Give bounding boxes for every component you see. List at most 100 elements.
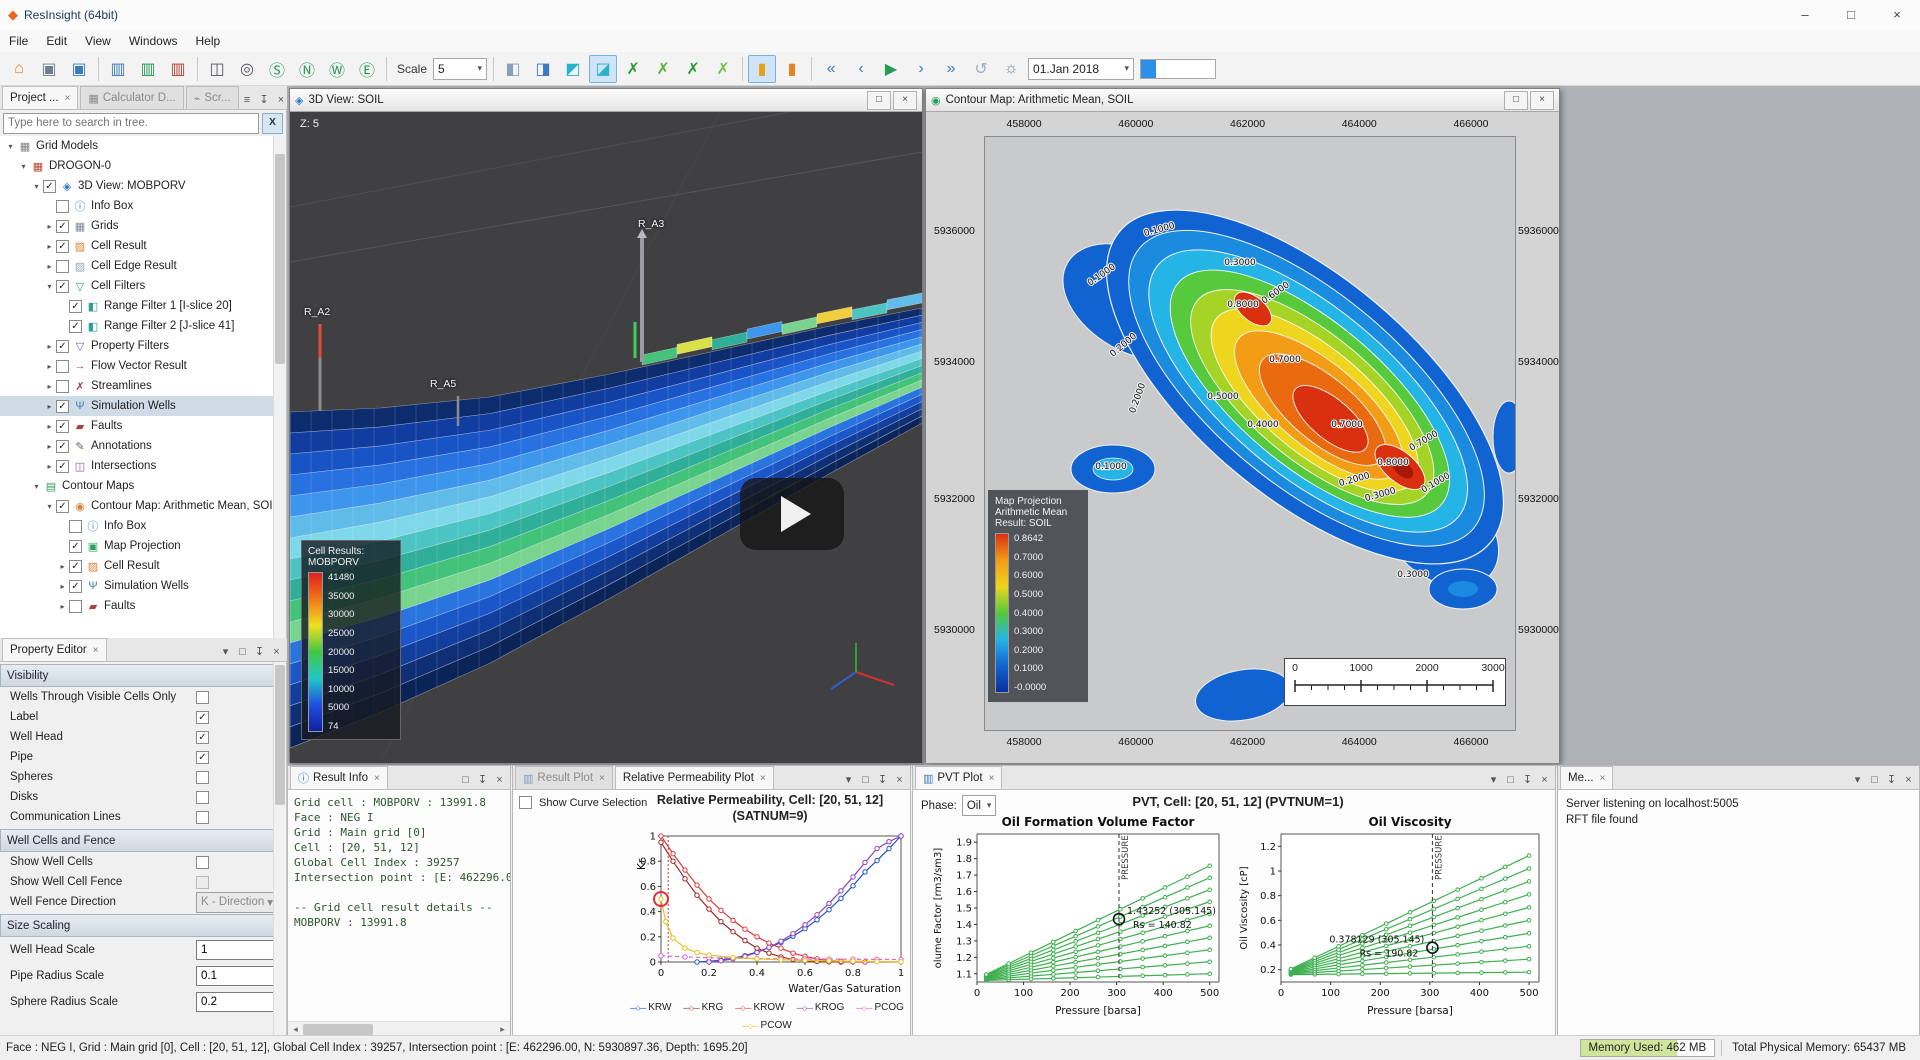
expander-icon[interactable]: ▾ <box>43 282 56 291</box>
tab-close-icon[interactable]: × <box>1600 773 1606 784</box>
tree-item-contour-maps[interactable]: ▾▤Contour Maps <box>0 476 286 496</box>
pin-icon[interactable]: ↧ <box>474 772 491 789</box>
draw-style-edges-button[interactable]: ◨ <box>529 55 557 83</box>
scrollbar-thumb[interactable] <box>275 665 285 805</box>
close-button[interactable]: × <box>1874 0 1920 30</box>
float-icon[interactable]: □ <box>1866 772 1883 789</box>
close-icon[interactable]: × <box>491 772 508 789</box>
expander-icon[interactable]: ▸ <box>56 562 69 571</box>
section-header-visibility[interactable]: Visibility▴ <box>0 664 286 687</box>
expander-icon[interactable]: ▾ <box>4 142 17 151</box>
expander-icon[interactable]: ▸ <box>43 362 56 371</box>
video-play-overlay[interactable] <box>740 478 844 550</box>
histogram-button[interactable]: ▮ <box>748 55 776 83</box>
tree-item-range-filter-2-j-slice-41[interactable]: ✓◧Range Filter 2 [J-slice 41] <box>0 316 286 336</box>
legend-item-krg[interactable]: ─○─KRG <box>683 1002 723 1013</box>
tab-messages[interactable]: Me... × <box>1560 766 1613 789</box>
tree-checkbox[interactable]: ✓ <box>43 180 56 193</box>
tree-checkbox[interactable] <box>56 360 69 373</box>
tree-item-cell-result[interactable]: ▸✓▨Cell Result <box>0 236 286 256</box>
tree-item-info-box[interactable]: ⓘInfo Box <box>0 516 286 536</box>
tab-result-plot[interactable]: ▥ Result Plot × <box>515 766 613 789</box>
tree-checkbox[interactable] <box>69 520 82 533</box>
spheres-checkbox[interactable] <box>196 771 209 784</box>
animation-play-button[interactable]: ▶ <box>877 55 905 83</box>
well-head-checkbox[interactable]: ✓ <box>196 731 209 744</box>
chevron-down-icon[interactable]: ▾ <box>217 644 234 661</box>
wells-through-cells-button[interactable]: ✗ <box>649 55 677 83</box>
expander-icon[interactable]: ▸ <box>43 442 56 451</box>
menu-windows[interactable]: Windows <box>120 30 187 52</box>
show-curve-selection-checkbox[interactable] <box>519 796 532 809</box>
contour-map-content[interactable]: 0.10000.10000.30000.60000.80000.20000.70… <box>926 112 1559 763</box>
close-icon[interactable]: × <box>891 772 908 789</box>
legend-item-pcog[interactable]: ─○─PCOG <box>856 1002 904 1013</box>
tab-close-icon[interactable]: × <box>599 773 605 784</box>
tree-item-flow-vector-result[interactable]: ▸→Flow Vector Result <box>0 356 286 376</box>
tree-item-annotations[interactable]: ▸✓✎Annotations <box>0 436 286 456</box>
section-header-well-cells-and-fence[interactable]: Well Cells and Fence▴ <box>0 829 286 852</box>
view-south-button[interactable]: Ⓢ <box>263 55 291 83</box>
float-icon[interactable]: □ <box>457 772 474 789</box>
tree-item-range-filter-1-i-slice-20[interactable]: ✓◧Range Filter 1 [I-slice 20] <box>0 296 286 316</box>
sphere-radius-scale-input[interactable] <box>196 992 278 1012</box>
tree-item-grid-models[interactable]: ▾▦Grid Models <box>0 136 286 156</box>
tree-checkbox[interactable]: ✓ <box>56 400 69 413</box>
tree-item-faults[interactable]: ▸▰Faults <box>0 596 286 616</box>
view-west-button[interactable]: Ⓦ <box>323 55 351 83</box>
snapshot-view-button[interactable]: ▣ <box>35 55 63 83</box>
menu-view[interactable]: View <box>76 30 120 52</box>
tab-calculator[interactable]: ▦ Calculator D... <box>80 86 183 109</box>
expander-icon[interactable]: ▸ <box>43 342 56 351</box>
animation-first-frame-button[interactable]: « <box>817 55 845 83</box>
chevron-down-icon[interactable]: ▾ <box>1849 772 1866 789</box>
legend-item-pcow[interactable]: ─○─PCOW <box>742 1020 791 1031</box>
open-project-button[interactable]: ⌂ <box>5 55 33 83</box>
legend-item-krog[interactable]: ─○─KROG <box>797 1002 845 1013</box>
tree-item-map-projection[interactable]: ✓▣Map Projection <box>0 536 286 556</box>
expander-icon[interactable]: ▸ <box>43 262 56 271</box>
close-icon[interactable]: × <box>1536 772 1553 789</box>
animation-last-frame-button[interactable]: » <box>937 55 965 83</box>
tree-checkbox[interactable] <box>56 200 69 213</box>
expander-icon[interactable]: ▸ <box>56 582 69 591</box>
close-icon[interactable]: × <box>268 644 285 661</box>
scrollbar-thumb[interactable] <box>303 1024 373 1035</box>
tree-item-3d-view-mobporv[interactable]: ▾✓◈3D View: MOBPORV <box>0 176 286 196</box>
expander-icon[interactable]: ▸ <box>43 222 56 231</box>
draw-style-surface-button[interactable]: ◧ <box>499 55 527 83</box>
tree-item-cell-filters[interactable]: ▾✓▽Cell Filters <box>0 276 286 296</box>
tree-item-cell-edge-result[interactable]: ▸▨Cell Edge Result <box>0 256 286 276</box>
tree-item-cell-result[interactable]: ▸✓▨Cell Result <box>0 556 286 576</box>
view-east-button[interactable]: Ⓔ <box>353 55 381 83</box>
tab-relative-permeability-plot[interactable]: Relative Permeability Plot × <box>615 766 774 789</box>
result-info-toggle-button[interactable]: ▮ <box>778 55 806 83</box>
property-editor-scrollbar[interactable] <box>273 662 286 1035</box>
tree-checkbox[interactable]: ✓ <box>56 500 69 513</box>
tree-checkbox[interactable]: ✓ <box>56 460 69 473</box>
menu-edit[interactable]: Edit <box>37 30 76 52</box>
tree-item-grids[interactable]: ▸✓▦Grids <box>0 216 286 236</box>
close-icon[interactable]: × <box>893 91 917 110</box>
tab-pvt-plot[interactable]: ▥ PVT Plot × <box>915 766 1002 789</box>
tab-close-icon[interactable]: × <box>989 773 995 784</box>
zoom-all-button[interactable]: ◎ <box>233 55 261 83</box>
tree-checkbox[interactable] <box>56 260 69 273</box>
tab-project-tree[interactable]: Project ... × <box>2 86 78 109</box>
tree-checkbox[interactable]: ✓ <box>69 320 82 333</box>
tab-close-icon[interactable]: × <box>65 93 71 104</box>
well-head-scale-input[interactable] <box>196 940 278 960</box>
tab-close-icon[interactable]: × <box>760 773 766 784</box>
pin-icon[interactable]: ↧ <box>874 772 891 789</box>
view-north-button[interactable]: Ⓝ <box>293 55 321 83</box>
well-log-plot-button[interactable]: ▥ <box>164 55 192 83</box>
tree-item-intersections[interactable]: ▸✓◫Intersections <box>0 456 286 476</box>
draw-style-mesh-button[interactable]: ◪ <box>589 55 617 83</box>
tree-checkbox[interactable]: ✓ <box>69 580 82 593</box>
scale-select[interactable]: 5▾ <box>433 58 487 80</box>
legend-item-krw[interactable]: ─○─KRW <box>630 1002 671 1013</box>
float-icon[interactable]: □ <box>234 644 251 661</box>
clear-search-button[interactable]: X <box>262 113 283 134</box>
pipe-checkbox[interactable]: ✓ <box>196 751 209 764</box>
animation-step-back-button[interactable]: ‹ <box>847 55 875 83</box>
